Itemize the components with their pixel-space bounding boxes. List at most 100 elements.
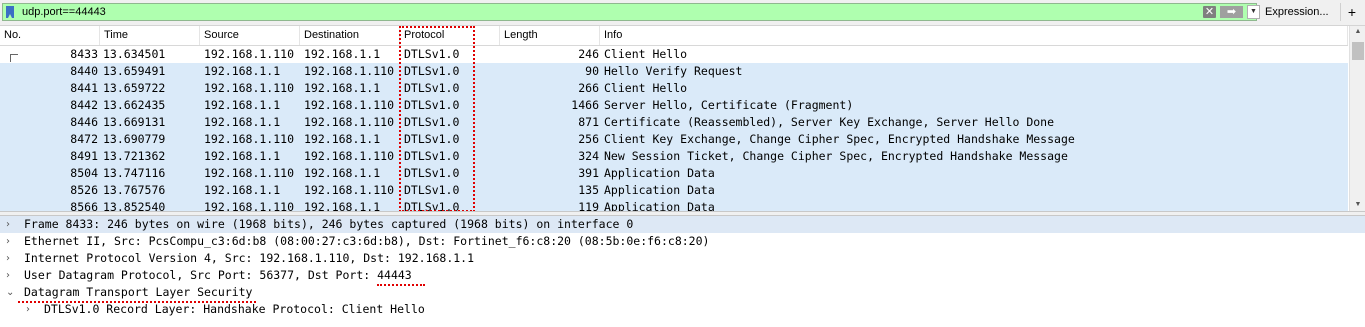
detail-tree-item[interactable]: › Internet Protocol Version 4, Src: 192.1… [0,250,1365,267]
packet-cell-src: 192.168.1.1 [204,115,281,129]
packet-cell-dst: 192.168.1.1 [304,132,381,146]
packet-cell-no: 8504 [70,166,98,180]
detail-tree-item[interactable]: › User Datagram Protocol, Src Port: 56377… [0,267,1365,284]
packet-cell-src: 192.168.1.110 [204,200,295,211]
column-header-length[interactable]: Length [500,26,600,45]
packet-cell-src: 192.168.1.1 [204,98,281,112]
packet-cell-proto: DTLSv1.0 [404,132,460,146]
packet-cell-time: 13.690779 [103,132,166,146]
column-header-no[interactable]: No. [0,26,100,45]
packet-cell-no: 8526 [70,183,98,197]
packet-cell-dst: 192.168.1.110 [304,183,395,197]
packet-cell-no: 8440 [70,64,98,78]
packet-cell-len: 90 [585,64,599,78]
packet-cell-time: 13.767576 [103,183,166,197]
expand-right-icon[interactable]: › [6,216,18,233]
packet-cell-info: Server Hello, Certificate (Fragment) [604,98,854,112]
display-filter-input[interactable] [22,5,1197,19]
apply-arrow-icon[interactable]: ➡ [1220,6,1243,18]
packet-list: No. Time Source Destination Protocol Len… [0,26,1365,211]
detail-tree-item[interactable]: › Ethernet II, Src: PcsCompu_c3:6d:b8 (08… [0,233,1365,250]
packet-cell-time: 13.634501 [103,47,166,61]
packet-row[interactable]: 8433 13.634501 192.168.1.110 192.168.1.1 DTL… [0,46,1348,63]
packet-cell-no: 8433 [70,47,98,61]
packet-cell-dst: 192.168.1.1 [304,200,381,211]
packet-cell-info: Certificate (Reassembled), Server Key Ex… [604,115,1055,129]
packet-row[interactable]: 8441 13.659722 192.168.1.110 192.168.1.1 DTL… [0,80,1348,97]
packet-cell-len: 266 [578,81,599,95]
packet-row[interactable]: 8526 13.767576 192.168.1.1 192.168.1.110 DTL… [0,182,1348,199]
scroll-down-icon[interactable]: ▼ [1350,199,1365,211]
packet-cell-time: 13.721362 [103,149,166,163]
packet-cell-info: Client Key Exchange, Change Cipher Spec,… [604,132,1075,146]
packet-cell-time: 13.659722 [103,81,166,95]
packet-cell-dst: 192.168.1.1 [304,166,381,180]
packet-cell-dst: 192.168.1.1 [304,81,381,95]
clear-icon[interactable]: ✕ [1203,6,1216,18]
packet-cell-dst: 192.168.1.110 [304,115,395,129]
detail-tree-label: Frame 8433: 246 bytes on wire (1968 bits… [24,217,634,231]
detail-tree-label: DTLSv1.0 Record Layer: Handshake Protoco… [44,302,425,316]
scrollbar-thumb[interactable] [1352,42,1364,60]
packet-cell-len: 1466 [571,98,599,112]
expand-right-icon[interactable]: › [6,233,18,250]
packet-cell-info: New Session Ticket, Change Cipher Spec, … [604,149,1068,163]
packet-details-pane: › Frame 8433: 246 bytes on wire (1968 bit… [0,216,1365,327]
packet-cell-src: 192.168.1.1 [204,183,281,197]
bookmark-icon[interactable] [6,6,14,18]
column-header-destination[interactable]: Destination [300,26,400,45]
packet-row[interactable]: 8446 13.669131 192.168.1.1 192.168.1.110 DTL… [0,114,1348,131]
packet-cell-time: 13.662435 [103,98,166,112]
expand-down-icon[interactable]: ⌄ [6,284,18,301]
display-filter-toolbar: ✕ ➡ ▼ Expression... + [0,0,1365,26]
packet-row[interactable]: 8442 13.662435 192.168.1.1 192.168.1.110 DTL… [0,97,1348,114]
detail-tree-label: User Datagram Protocol, Src Port: 56377,… [24,268,412,282]
detail-tree-item[interactable]: › Frame 8433: 246 bytes on wire (1968 bit… [0,216,1365,233]
packet-cell-no: 8491 [70,149,98,163]
packet-cell-len: 135 [578,183,599,197]
column-header-info[interactable]: Info [600,26,1348,45]
packet-cell-proto: DTLSv1.0 [404,64,460,78]
packet-list-scrollbar[interactable]: ▲ ▼ [1349,26,1365,211]
scroll-up-icon[interactable]: ▲ [1350,26,1365,38]
packet-row[interactable]: 8440 13.659491 192.168.1.1 192.168.1.110 DTL… [0,63,1348,80]
display-filter-box: ✕ ➡ ▼ [2,3,1260,21]
expression-button[interactable]: Expression... [1259,3,1335,21]
column-header-protocol[interactable]: Protocol [400,26,500,45]
packet-cell-no: 8441 [70,81,98,95]
detail-tree-item[interactable]: › DTLSv1.0 Record Layer: Handshake Protoc… [0,301,1365,318]
packet-cell-dst: 192.168.1.110 [304,149,395,163]
packet-cell-proto: DTLSv1.0 [404,98,460,112]
packet-cell-info: Client Hello [604,81,688,95]
packet-cell-time: 13.659491 [103,64,166,78]
packet-row[interactable]: 8504 13.747116 192.168.1.110 192.168.1.1 DTL… [0,165,1348,182]
packet-cell-proto: DTLSv1.0 [404,47,460,61]
packet-cell-len: 246 [578,47,599,61]
column-header-time[interactable]: Time [100,26,200,45]
expand-right-icon[interactable]: › [6,250,18,267]
packet-row[interactable]: 8566 13.852540 192.168.1.110 192.168.1.1 DTL… [0,199,1348,211]
expand-right-icon[interactable]: › [26,301,38,318]
packet-row[interactable]: 8491 13.721362 192.168.1.1 192.168.1.110 DTL… [0,148,1348,165]
packet-cell-src: 192.168.1.110 [204,81,295,95]
column-header-source[interactable]: Source [200,26,300,45]
expand-right-icon[interactable]: › [6,267,18,284]
packet-cell-dst: 192.168.1.110 [304,98,395,112]
packet-cell-dst: 192.168.1.110 [304,64,395,78]
add-filter-button[interactable]: + [1340,3,1363,21]
packet-cell-len: 119 [578,200,599,211]
packet-cell-no: 8472 [70,132,98,146]
packet-cell-time: 13.747116 [103,166,166,180]
packet-cell-proto: DTLSv1.0 [404,81,460,95]
packet-row[interactable]: 8472 13.690779 192.168.1.110 192.168.1.1 DTL… [0,131,1348,148]
packet-cell-src: 192.168.1.110 [204,132,295,146]
packet-cell-proto: DTLSv1.0 [404,183,460,197]
packet-cell-no: 8442 [70,98,98,112]
detail-tree-label: Internet Protocol Version 4, Src: 192.16… [24,251,475,265]
packet-cell-proto: DTLSv1.0 [404,115,460,129]
packet-cell-len: 871 [578,115,599,129]
packet-cell-proto: DTLSv1.0 [404,166,460,180]
packet-cell-src: 192.168.1.110 [204,47,295,61]
packet-cell-len: 324 [578,149,599,163]
packet-cell-dst: 192.168.1.1 [304,47,381,61]
